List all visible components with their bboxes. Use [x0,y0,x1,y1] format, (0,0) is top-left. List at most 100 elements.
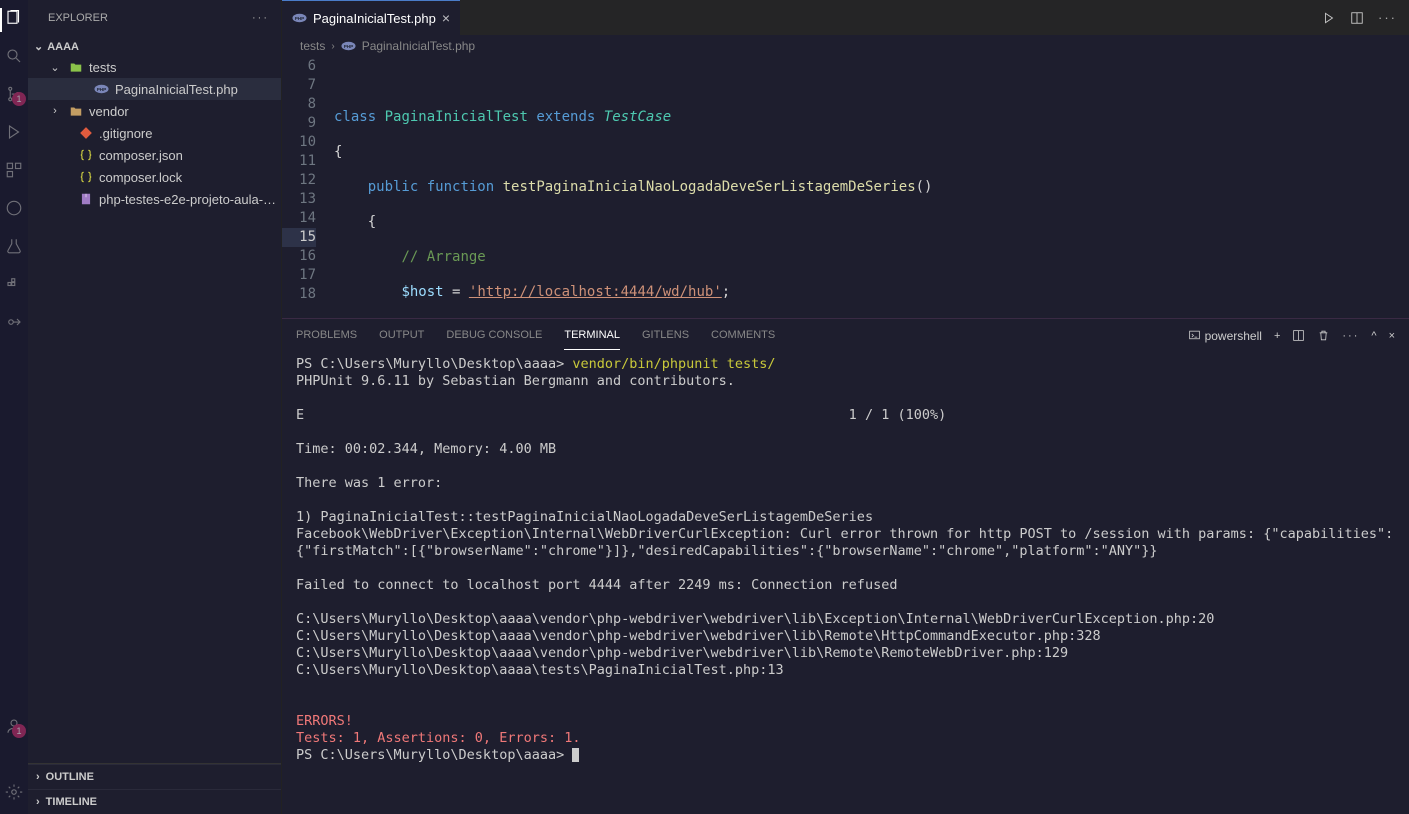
line-number: 13 [282,190,316,209]
line-number: 9 [282,114,316,133]
chevron-right-icon: › [48,105,62,117]
explorer-icon[interactable] [4,8,24,28]
run-icon[interactable] [1322,11,1336,25]
tree-item-zip[interactable]: php-testes-e2e-projeto-aula-1-c... [28,188,281,210]
close-panel-icon[interactable]: × [1389,330,1395,342]
tree-item-composerjson[interactable]: composer.json [28,144,281,166]
activity-bar: 1 1 [0,0,28,814]
line-number: 14 [282,209,316,228]
explorer-more-icon[interactable]: ··· [252,12,269,24]
tree-item-pit[interactable]: PHP PaginaInicialTest.php [28,78,281,100]
tree-item-gitignore[interactable]: .gitignore [28,122,281,144]
json-icon [78,170,93,185]
terminal-prompt: PS C:\Users\Muryllo\Desktop\aaaa> [296,747,564,763]
panel-tab-debug-console[interactable]: DEBUG CONSOLE [446,321,542,350]
more-icon[interactable]: ··· [1378,10,1397,25]
tree-item-label: .gitignore [99,126,281,141]
project-name: AAAA [47,41,79,53]
extensions-icon[interactable] [4,160,24,180]
tree-item-label: tests [89,60,281,75]
panel-tab-problems[interactable]: PROBLEMS [296,321,357,350]
svg-text:PHP: PHP [343,44,353,49]
explorer-title: EXPLORER [48,12,108,24]
activity-indicator [0,8,2,32]
split-editor-icon[interactable] [1350,11,1364,25]
vendor-folder-icon [68,104,83,119]
tree-item-vendor[interactable]: › vendor [28,100,281,122]
search-icon[interactable] [4,46,24,66]
new-terminal-icon[interactable]: + [1274,330,1280,342]
run-debug-icon[interactable] [4,122,24,142]
breadcrumb-item[interactable]: tests [300,39,325,53]
line-number: 17 [282,266,316,285]
tree-item-label: composer.lock [99,170,281,185]
php-icon: PHP [341,39,356,54]
timeline-label: TIMELINE [46,796,97,808]
terminal-cursor [572,748,579,762]
php-icon: PHP [292,11,307,26]
json-icon [78,148,93,163]
code-content[interactable]: class PaginaInicialTest extends TestCase… [334,57,1409,318]
panel-tab-output[interactable]: OUTPUT [379,321,424,350]
chevron-down-icon [34,40,43,53]
svg-text:PHP: PHP [97,87,107,92]
tab-actions: ··· [1322,0,1409,35]
terminal-errors-summary: Tests: 1, Assertions: 0, Errors: 1. [296,730,580,746]
breadcrumb-item[interactable]: PaginaInicialTest.php [362,39,475,53]
split-terminal-icon[interactable] [1292,329,1305,342]
docker-icon[interactable] [4,274,24,294]
project-header[interactable]: AAAA [28,37,281,56]
explorer-header: EXPLORER ··· [28,0,281,35]
line-number: 16 [282,247,316,266]
terminal-lines: PHPUnit 9.6.11 by Sebastian Bergmann and… [296,373,1393,678]
zip-icon [78,192,93,207]
tree-item-label: php-testes-e2e-projeto-aula-1-c... [99,192,281,207]
tab-paginainicialtest[interactable]: PHP PaginaInicialTest.php × [282,0,460,35]
remote-icon[interactable] [4,198,24,218]
gitlens-icon[interactable] [4,312,24,332]
source-control-icon[interactable]: 1 [4,84,24,104]
chevron-right-icon [36,796,40,808]
tree-item-tests[interactable]: ⌄tests [28,56,281,78]
tree-item-label: composer.json [99,148,281,163]
trash-icon[interactable] [1317,329,1330,342]
git-icon [78,126,93,141]
settings-gear-icon[interactable] [4,782,24,802]
terminal-command: vendor/bin/phpunit tests/ [572,356,775,372]
panel-tab-comments[interactable]: COMMENTS [711,321,775,350]
maximize-panel-icon[interactable]: ^ [1371,330,1376,342]
source-control-badge: 1 [12,92,26,106]
timeline-section[interactable]: TIMELINE [28,789,281,814]
panel-more-icon[interactable]: ··· [1342,330,1359,342]
accounts-icon[interactable]: 1 [4,716,24,736]
terminal-output[interactable]: PS C:\Users\Muryllo\Desktop\aaaa> vendor… [282,352,1409,814]
tests-folder-icon [68,60,83,75]
tree-item-label: PaginaInicialTest.php [115,82,281,97]
main-area: PHP PaginaInicialTest.php × ··· tests › … [282,0,1409,814]
terminal-profile[interactable]: powershell [1188,329,1262,343]
tree-item-composerlock[interactable]: composer.lock [28,166,281,188]
terminal-prompt: PS C:\Users\Muryllo\Desktop\aaaa> [296,356,564,372]
code-editor[interactable]: 6789101112131415161718 class PaginaInici… [282,57,1409,318]
panel-tab-terminal[interactable]: TERMINAL [564,321,620,350]
php-icon: PHP [94,82,109,97]
chevron-right-icon: › [331,41,334,52]
panel-tab-gitlens[interactable]: GITLENS [642,321,689,350]
breadcrumb[interactable]: tests › PHP PaginaInicialTest.php [282,35,1409,57]
line-number: 6 [282,57,316,76]
side-panel: EXPLORER ··· AAAA ⌄tests PHP PaginaInicial… [28,0,282,814]
line-number: 15 [282,228,316,247]
file-tree: AAAA ⌄tests PHP PaginaInicialTest.php › vend… [28,35,281,763]
line-number: 8 [282,95,316,114]
tab-bar: PHP PaginaInicialTest.php × ··· [282,0,1409,35]
tree-item-label: vendor [89,104,281,119]
line-number: 18 [282,285,316,304]
close-icon[interactable]: × [442,10,450,26]
tab-label: PaginaInicialTest.php [313,11,436,26]
outline-section[interactable]: OUTLINE [28,764,281,789]
chevron-right-icon [36,771,40,783]
line-number: 12 [282,171,316,190]
outline-label: OUTLINE [46,771,94,783]
accounts-badge: 1 [12,724,26,738]
testing-icon[interactable] [4,236,24,256]
